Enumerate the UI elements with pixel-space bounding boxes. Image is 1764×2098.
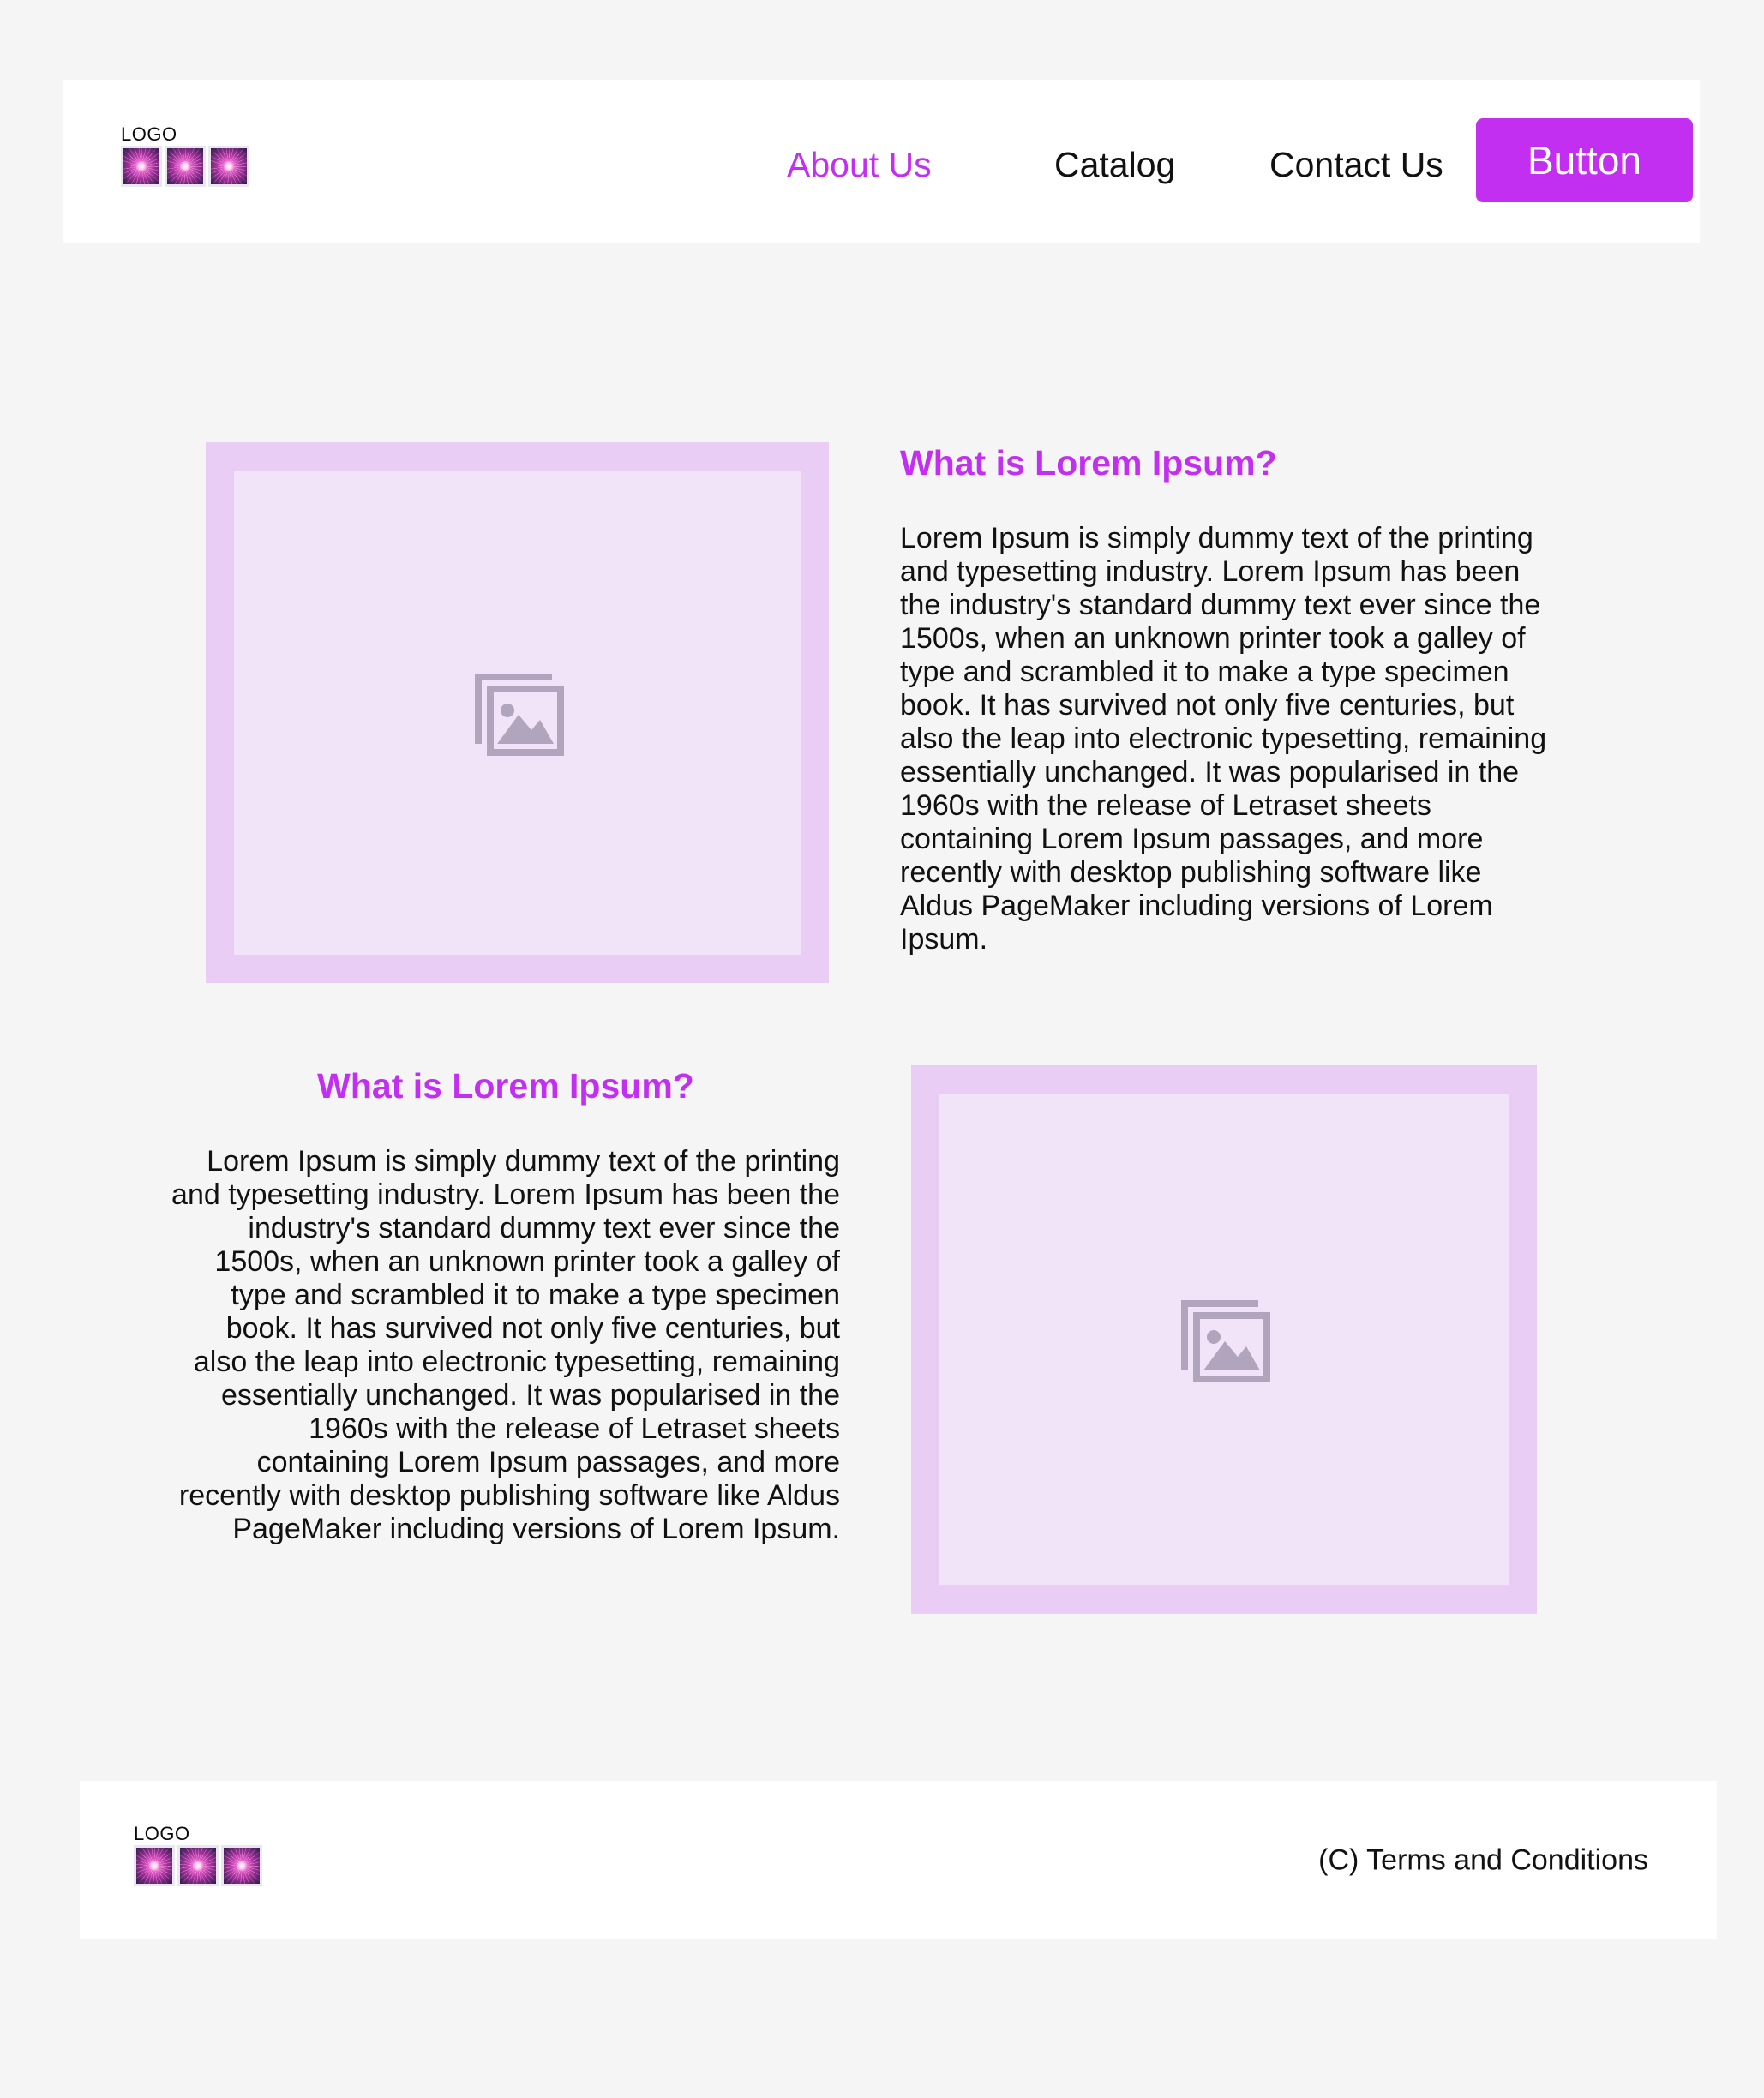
image-placeholder-icon bbox=[474, 673, 564, 756]
footer-logo[interactable]: LOGO bbox=[134, 1823, 322, 1887]
section-1-body: Lorem Ipsum is simply dummy text of the … bbox=[900, 522, 1547, 956]
site-footer: LOGO (C) Terms and Conditions bbox=[80, 1781, 1717, 1939]
section-1-image-inner bbox=[234, 471, 801, 955]
footer-logo-image-group bbox=[134, 1845, 322, 1887]
section-2-text-block: What is Lorem Ipsum? Lorem Ipsum is simp… bbox=[171, 1065, 840, 1546]
firework-sparkle-icon bbox=[165, 146, 206, 188]
nav-item-catalog[interactable]: Catalog bbox=[1054, 145, 1175, 185]
footer-terms-link[interactable]: (C) Terms and Conditions bbox=[1318, 1843, 1648, 1877]
header-logo[interactable]: LOGO bbox=[121, 123, 309, 188]
logo-text: LOGO bbox=[121, 123, 177, 145]
footer-logo-text: LOGO bbox=[134, 1823, 190, 1844]
section-1-text-block: What is Lorem Ipsum? Lorem Ipsum is simp… bbox=[900, 442, 1553, 956]
firework-sparkle-icon bbox=[208, 146, 249, 188]
section-2-body: Lorem Ipsum is simply dummy text of the … bbox=[171, 1145, 840, 1546]
firework-sparkle-icon bbox=[121, 146, 162, 188]
page-root: LOGO About Us Catalog Contact Us Button bbox=[0, 0, 1764, 2098]
section-2-image-inner bbox=[939, 1094, 1509, 1585]
primary-navigation: About Us Catalog Contact Us Button bbox=[714, 80, 1700, 243]
firework-sparkle-icon bbox=[134, 1845, 175, 1887]
header-cta-button[interactable]: Button bbox=[1476, 118, 1693, 202]
firework-sparkle-icon bbox=[221, 1845, 262, 1887]
nav-item-contact-us[interactable]: Contact Us bbox=[1269, 145, 1443, 185]
nav-item-about-us[interactable]: About Us bbox=[787, 145, 932, 185]
section-1-heading: What is Lorem Ipsum? bbox=[900, 443, 1277, 483]
logo-image-group bbox=[121, 146, 309, 188]
section-2-image-placeholder bbox=[911, 1065, 1537, 1614]
section-2-heading: What is Lorem Ipsum? bbox=[317, 1066, 694, 1106]
firework-sparkle-icon bbox=[177, 1845, 219, 1887]
site-header: LOGO About Us Catalog Contact Us Button bbox=[63, 80, 1700, 243]
section-1-image-placeholder bbox=[206, 442, 829, 983]
image-placeholder-icon bbox=[1181, 1300, 1270, 1382]
